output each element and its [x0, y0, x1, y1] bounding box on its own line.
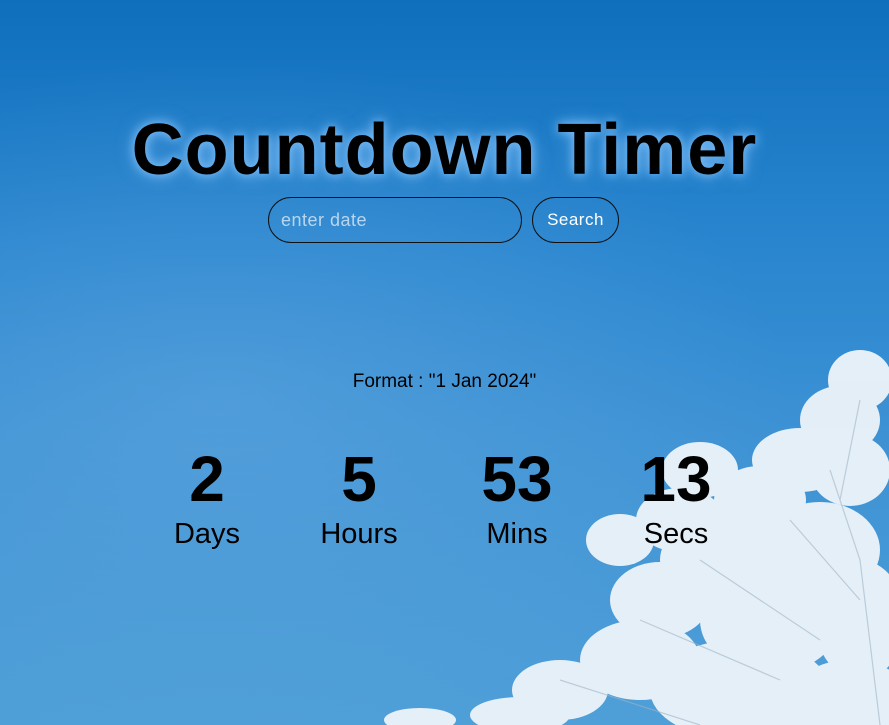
- hours-label: Hours: [320, 518, 398, 550]
- countdown-mins: 53 Mins: [442, 443, 592, 551]
- countdown-hours: 5 Hours: [284, 443, 434, 551]
- countdown-secs: 13 Secs: [601, 443, 751, 551]
- secs-label: Secs: [643, 518, 709, 550]
- page-title: Countdown Timer: [131, 110, 758, 190]
- mins-label: Mins: [486, 518, 548, 550]
- date-input[interactable]: [268, 197, 522, 243]
- date-search-form: Search: [268, 197, 619, 245]
- secs-value: 13: [640, 443, 712, 515]
- format-hint: Format : "1 Jan 2024": [352, 371, 537, 392]
- hours-value: 5: [341, 443, 377, 515]
- days-label: Days: [173, 518, 241, 550]
- days-value: 2: [189, 443, 225, 515]
- mins-value: 53: [481, 443, 553, 515]
- search-button[interactable]: Search: [532, 197, 619, 243]
- countdown-days: 2 Days: [132, 443, 282, 551]
